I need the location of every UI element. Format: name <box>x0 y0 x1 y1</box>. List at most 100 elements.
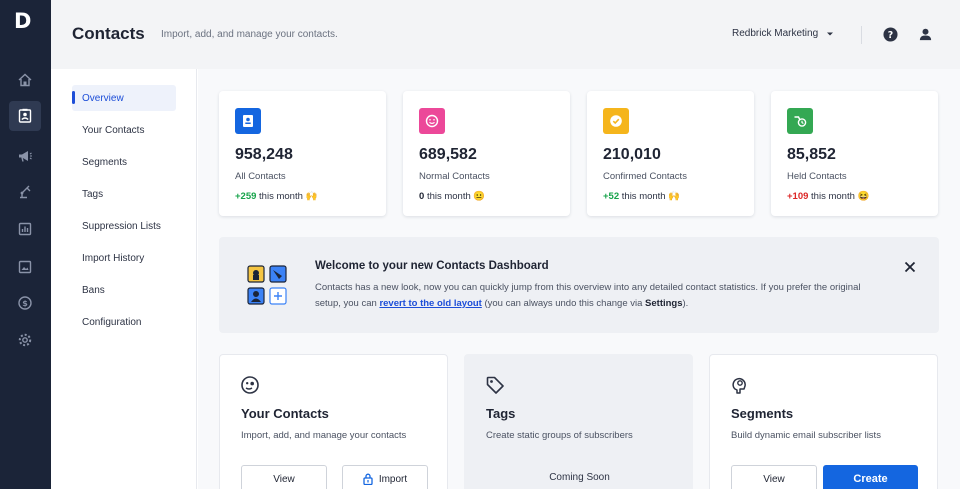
stat-card-confirmed-contacts[interactable]: 210,010 Confirmed Contacts +52 this mont… <box>587 91 754 216</box>
header-divider <box>861 26 862 44</box>
stat-delta-value: +52 <box>603 191 620 202</box>
button-label: Import <box>378 473 408 485</box>
stat-label: Normal Contacts <box>419 171 490 182</box>
account-name: Redbrick Marketing <box>732 28 819 39</box>
settings-link[interactable]: Settings <box>645 298 682 309</box>
segment-icon <box>732 377 746 394</box>
button-label: View <box>273 473 295 485</box>
stat-delta: +259 this month 🙌 <box>235 191 317 202</box>
banner-text-part: ). <box>682 298 689 309</box>
megaphone-icon <box>19 151 32 162</box>
tag-icon <box>486 376 504 394</box>
contact-card-icon <box>243 115 253 127</box>
stat-icon-badge <box>419 108 445 134</box>
stat-delta: 0 this month 😐 <box>419 191 485 202</box>
dashboard-illustration-icon <box>247 265 287 305</box>
segments-view-button[interactable]: View <box>731 465 817 489</box>
rail-settings[interactable] <box>9 325 41 355</box>
page-title: Contacts <box>72 24 145 43</box>
stat-card-normal-contacts[interactable]: 689,582 Normal Contacts 0 this month 😐 <box>403 91 570 216</box>
rail-contacts[interactable] <box>9 101 41 131</box>
stat-delta-suffix: this month 🙌 <box>621 191 681 202</box>
stat-icon-badge <box>603 108 629 134</box>
app-rail: D $ <box>0 0 51 489</box>
svg-text:?: ? <box>888 30 893 41</box>
stat-value: 689,582 <box>419 146 477 163</box>
segments-create-button[interactable]: Create <box>823 465 918 489</box>
stat-label: All Contacts <box>235 171 286 182</box>
coming-soon-label: Coming Soon <box>549 472 610 483</box>
welcome-banner: Welcome to your new Contacts Dashboard C… <box>219 237 939 333</box>
stat-value: 85,852 <box>787 146 836 163</box>
lock-icon <box>363 473 373 485</box>
card-description: Import, add, and manage your contacts <box>241 430 407 441</box>
subnav-tags[interactable]: Tags <box>72 181 176 207</box>
contacts-face-icon <box>241 376 259 394</box>
subnav-bans[interactable]: Bans <box>72 277 176 303</box>
stat-icon-badge <box>235 108 261 134</box>
banner-title: Welcome to your new Contacts Dashboard <box>315 260 549 272</box>
chevron-down-icon <box>827 32 834 35</box>
contacts-icon <box>18 108 32 123</box>
page-header: Contacts Import, add, and manage your co… <box>51 0 960 69</box>
contacts-view-button[interactable]: View <box>241 465 327 489</box>
user-icon[interactable] <box>918 27 933 42</box>
contacts-import-button[interactable]: Import <box>342 465 428 489</box>
rail-automation[interactable] <box>9 177 41 207</box>
button-label: View <box>763 473 785 485</box>
stat-delta-value: +109 <box>787 191 809 202</box>
subnav-overview[interactable]: Overview <box>72 85 176 111</box>
stat-delta: +52 this month 🙌 <box>603 191 680 202</box>
stat-delta-suffix: this month 🙌 <box>259 191 318 202</box>
subnav-suppression-lists[interactable]: Suppression Lists <box>72 213 176 239</box>
card-tags: Tags Create static groups of subscribers… <box>464 354 693 489</box>
settings-icon <box>18 333 32 347</box>
card-segments: Segments Build dynamic email subscriber … <box>709 354 938 489</box>
rail-home[interactable] <box>9 65 41 95</box>
home-icon <box>18 73 32 87</box>
stat-delta-suffix: this month 😐 <box>426 191 486 202</box>
rail-templates[interactable] <box>9 252 41 282</box>
check-circle-icon <box>610 115 622 127</box>
account-switcher[interactable]: Redbrick Marketing <box>732 28 834 39</box>
stat-card-held-contacts[interactable]: 85,852 Held Contacts +109 this month 😆 <box>771 91 938 216</box>
card-title: Tags <box>486 406 516 421</box>
revert-layout-link[interactable]: revert to the old layout <box>379 298 481 309</box>
stat-delta-suffix: this month 😆 <box>811 191 870 202</box>
smiley-icon <box>425 114 439 128</box>
billing-icon: $ <box>18 296 32 310</box>
banner-text: Contacts has a new look, now you can qui… <box>315 280 875 312</box>
stat-value: 958,248 <box>235 146 293 163</box>
stat-card-all-contacts[interactable]: 958,248 All Contacts +259 this month 🙌 <box>219 91 386 216</box>
subnav-configuration[interactable]: Configuration <box>72 309 176 335</box>
card-your-contacts: Your Contacts Import, add, and manage yo… <box>219 354 448 489</box>
card-title: Segments <box>731 406 794 421</box>
rail-reports[interactable] <box>9 214 41 244</box>
card-description: Create static groups of subscribers <box>486 430 633 441</box>
stat-label: Held Contacts <box>787 171 847 182</box>
templates-icon <box>18 260 32 274</box>
stat-delta-value: +259 <box>235 191 257 202</box>
rail-billing[interactable]: $ <box>9 288 41 318</box>
brand-logo[interactable]: D <box>14 10 36 32</box>
card-title: Your Contacts <box>241 406 329 421</box>
reports-icon <box>18 222 32 236</box>
main-content: 958,248 All Contacts +259 this month 🙌 6… <box>198 69 960 489</box>
help-icon[interactable]: ? <box>883 27 898 42</box>
stat-icon-badge <box>787 108 813 134</box>
contacts-subnav: Overview Your Contacts Segments Tags Sup… <box>51 69 197 489</box>
subnav-your-contacts[interactable]: Your Contacts <box>72 117 176 143</box>
svg-text:$: $ <box>22 299 28 308</box>
page-subtitle: Import, add, and manage your contacts. <box>161 29 338 40</box>
subnav-import-history[interactable]: Import History <box>72 245 176 271</box>
subnav-segments[interactable]: Segments <box>72 149 176 175</box>
close-icon[interactable] <box>903 260 917 274</box>
stat-delta: +109 this month 😆 <box>787 191 869 202</box>
stat-delta-value: 0 <box>419 191 425 202</box>
banner-text-part: (you can always undo this change via <box>484 298 643 309</box>
rail-campaigns[interactable] <box>9 141 41 171</box>
button-label: Create <box>853 473 888 485</box>
card-description: Build dynamic email subscriber lists <box>731 430 881 441</box>
automation-icon <box>20 185 31 199</box>
stat-value: 210,010 <box>603 146 661 163</box>
